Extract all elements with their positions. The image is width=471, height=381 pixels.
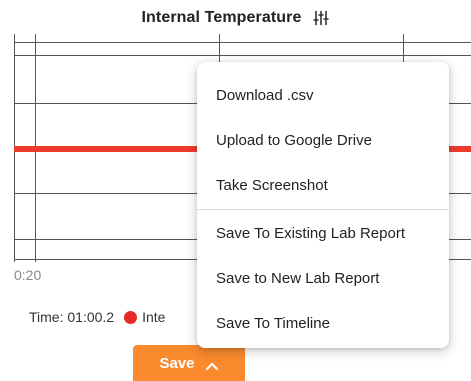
menu-item-save-existing-lab-report[interactable]: Save To Existing Lab Report — [197, 211, 449, 256]
menu-item-save-new-lab-report[interactable]: Save to New Lab Report — [197, 256, 449, 301]
save-button[interactable]: Save — [133, 345, 245, 381]
menu-divider — [197, 209, 449, 210]
save-menu: Download .csv Upload to Google Drive Tak… — [197, 62, 449, 348]
chart-header: Internal Temperature — [0, 9, 471, 27]
x-axis-tick-label: 0:20 — [14, 267, 42, 283]
menu-item-save-to-timeline[interactable]: Save To Timeline — [197, 301, 449, 346]
sliders-icon[interactable] — [313, 10, 330, 26]
graph-panel: Internal Temperature 0:20 Time: 01:00.2 … — [0, 0, 471, 381]
chevron-up-icon — [205, 358, 219, 371]
menu-item-take-screenshot[interactable]: Take Screenshot — [197, 163, 449, 208]
menu-item-upload-google-drive[interactable]: Upload to Google Drive — [197, 118, 449, 163]
status-line: Time: 01:00.2 Inte — [29, 309, 165, 325]
chart-title: Internal Temperature — [141, 9, 302, 26]
time-readout: Time: 01:00.2 — [29, 309, 115, 325]
save-button-label: Save — [159, 354, 195, 372]
legend-series-label: Inte — [142, 309, 166, 325]
legend-dot-icon — [124, 310, 138, 324]
menu-item-download-csv[interactable]: Download .csv — [197, 73, 449, 118]
